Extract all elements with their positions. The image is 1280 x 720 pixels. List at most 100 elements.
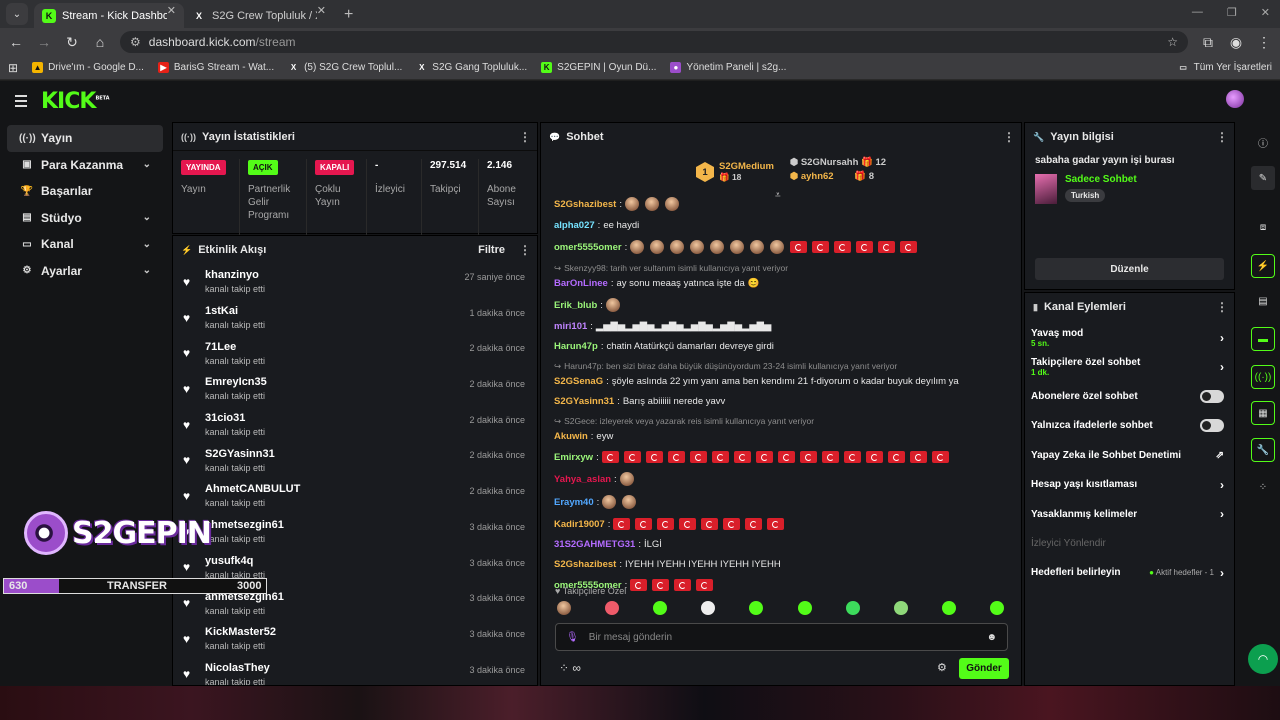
event-item[interactable]: ♥ 31cio31 kanalı takip etti 2 dakika önce [173, 407, 537, 443]
chat-username[interactable]: 31S2GAHMETG31 [554, 539, 635, 550]
emote-icon[interactable] [797, 601, 812, 615]
more-options-icon[interactable]: ⋮ [1216, 130, 1228, 144]
support-button[interactable]: ◠ [1248, 644, 1278, 674]
chat-username[interactable]: Akuwin [554, 431, 588, 442]
layout-icon[interactable]: ▦ [1251, 401, 1275, 425]
chat-username[interactable]: Emirxyw [554, 452, 593, 463]
chat-message[interactable]: 31S2GAHMETG31: İLGİ [554, 539, 1021, 550]
chat-message[interactable]: S2Gshazibest: IYEHH IYEHH IYEHH IYEHH IYE… [554, 559, 1021, 570]
chat-username[interactable]: Harun47p [554, 341, 598, 352]
emote-icon[interactable] [941, 601, 956, 615]
chat-message[interactable]: BarOnLinee: ay sonu meaaş yatınca işte da… [554, 278, 1021, 289]
chat-message[interactable]: omer5555omer: [554, 240, 1021, 254]
sidebar-item-para-kazanma[interactable]: ▣ Para Kazanma ⌄ [7, 152, 163, 179]
channel-action-item[interactable]: Takipçilere özel sohbet 1 dk. › [1025, 352, 1234, 381]
close-tab-icon[interactable]: ✕ [167, 5, 176, 17]
channel-action-item[interactable]: Hesap yaşı kısıtlaması › [1025, 470, 1234, 499]
chat-icon[interactable]: ▬ [1251, 327, 1275, 351]
menu-icon[interactable] [15, 95, 27, 107]
minimize-icon[interactable]: — [1192, 6, 1203, 19]
chat-message[interactable]: Yahya_aslan: [554, 472, 1021, 486]
toggle-switch[interactable] [1200, 419, 1224, 433]
event-item[interactable]: ♥ khanzinyo kanalı takip etti 27 saniye önc… [173, 264, 537, 300]
bookmark-item[interactable]: X (5) S2G Crew Toplul... [288, 62, 402, 73]
forward-icon[interactable]: → [36, 34, 52, 50]
screen-icon[interactable]: ⧈ [1254, 218, 1272, 236]
event-item[interactable]: ♥ KickMaster52 kanalı takip etti 3 dakika ö… [173, 621, 537, 657]
chat-input[interactable]: 🎙 Bir mesaj gönderin ☻ [555, 623, 1008, 651]
chat-message[interactable]: Harun47p: chatin Atatürkçü damarları devr… [554, 341, 1021, 352]
chat-message[interactable]: miri101: ▂▅▇▅▂▅▇▅▂▅▇▅▂▅▇▅▂▅▇▅▂▅▇▅ [554, 321, 1021, 332]
chat-username[interactable]: BarOnLinee [554, 278, 608, 289]
chat-username[interactable]: S2Gshazibest [554, 199, 616, 210]
event-item[interactable]: ♥ EmreyIcn35 kanalı takip etti 2 dakika önc… [173, 371, 537, 407]
chat-username[interactable]: Yahya_aslan [554, 474, 611, 485]
bookmark-star-icon[interactable]: ☆ [1167, 35, 1178, 49]
channel-action-item[interactable]: Yasaklanmış kelimeler › [1025, 499, 1234, 528]
emote-icon[interactable] [701, 601, 716, 615]
chat-message[interactable]: S2Gshazibest: [554, 197, 1021, 211]
more-options-icon[interactable]: ⋮ [519, 243, 531, 257]
browser-menu-icon[interactable]: ⋮ [1256, 34, 1272, 51]
bookmark-item[interactable]: ▶ BarisG Stream - Wat... [157, 62, 274, 73]
sidebar-item-ayarlar[interactable]: ⚙ Ayarlar ⌄ [7, 258, 163, 285]
event-item[interactable]: ♥ 1stKai kanalı takip etti 1 dakika önce [173, 300, 537, 336]
event-item[interactable]: ♥ 71Lee kanalı takip etti 2 dakika önce [173, 335, 537, 371]
channel-action-item[interactable]: Hedefleri belirleyin ● Aktif hedefler - 1… [1025, 558, 1234, 587]
browser-tab-x[interactable]: X S2G Crew Topluluk / X ✕ [184, 3, 334, 28]
address-bar[interactable]: ⚙ dashboard.kick.com/stream ☆ [120, 31, 1188, 53]
event-item[interactable]: ♥ S2GYasinn31 kanalı takip etti 2 dakika ön… [173, 442, 537, 478]
chat-message[interactable]: Kadir19007: [554, 518, 1021, 530]
all-bookmarks-button[interactable]: ▭ Tüm Yer İşaretleri [1178, 62, 1272, 73]
channel-action-item[interactable]: Yavaş mod 5 sn. › [1025, 323, 1234, 352]
back-icon[interactable]: ← [8, 34, 24, 50]
channel-action-item[interactable]: Yalnızca ifadelerle sohbet [1025, 411, 1234, 440]
chat-message[interactable]: S2GYasinn31: Barış abiiiiii nerede yavv [554, 396, 1021, 407]
emote-icon[interactable] [845, 601, 860, 615]
channel-action-item[interactable]: Abonelere özel sohbet [1025, 382, 1234, 411]
chat-username[interactable]: S2Gshazibest [554, 559, 616, 570]
chat-username[interactable]: S2GSenaG [554, 376, 603, 387]
chat-username[interactable]: Kadir19007 [554, 519, 605, 530]
chat-username[interactable]: Erik_blub [554, 300, 597, 311]
chat-message[interactable]: Akuwin: eyw [554, 431, 1021, 442]
chat-message[interactable]: S2GSenaG: şöyle aslında 22 yım yanı ama b… [554, 376, 1021, 387]
sidebar-item-yayin[interactable]: ((·)) Yayın [7, 125, 163, 152]
sidebar-item-kanal[interactable]: ▭ Kanal ⌄ [7, 231, 163, 258]
more-options-icon[interactable]: ⋮ [1003, 130, 1015, 144]
tag-pill[interactable]: Turkish [1065, 189, 1106, 202]
emote-icon[interactable] [989, 601, 1004, 615]
emote-icon[interactable] [749, 601, 764, 615]
avatar[interactable] [1226, 90, 1244, 108]
bolt-icon[interactable]: ⚡ [1251, 254, 1275, 278]
chat-username[interactable]: miri101 [554, 321, 587, 332]
pencil-icon[interactable]: ✎ [1251, 166, 1275, 190]
home-icon[interactable]: ⌂ [92, 34, 108, 50]
document-icon[interactable]: ▤ [1254, 292, 1272, 310]
send-button[interactable]: Gönder [959, 658, 1009, 679]
new-tab-icon[interactable]: + [344, 6, 353, 24]
chat-message[interactable]: alpha027: ee haydi [554, 220, 1021, 231]
edit-button[interactable]: Düzenle [1035, 258, 1224, 280]
window-close-icon[interactable]: ✕ [1261, 6, 1270, 19]
maximize-icon[interactable]: ❐ [1227, 6, 1237, 19]
profile-icon[interactable]: ◉ [1228, 34, 1244, 51]
browser-tab-kick[interactable]: K Stream - Kick Dashboard ✕ [34, 3, 184, 28]
sidebar-item-basarilar[interactable]: 🏆 Başarılar [7, 178, 163, 205]
wrench-icon[interactable]: 🔧 [1251, 438, 1275, 462]
chat-extras-icon[interactable]: ⁘ ∞ [559, 661, 581, 675]
chat-settings-icon[interactable]: ⚙ [937, 661, 947, 674]
apps-icon[interactable]: ⊞ [8, 61, 18, 75]
more-options-icon[interactable]: ⋮ [519, 130, 531, 144]
sidebar-item-studyo[interactable]: ▤ Stüdyo ⌄ [7, 205, 163, 232]
event-item[interactable]: ♥ NicolasThey kanalı takip etti 3 dakika ön… [173, 657, 537, 685]
chat-username[interactable]: Eraym40 [554, 497, 594, 508]
event-item[interactable]: ♥ AhmetCANBULUT kanalı takip etti 2 dakika … [173, 478, 537, 514]
emote-icon[interactable] [653, 601, 668, 615]
info-icon[interactable]: ⓘ [1254, 133, 1272, 151]
close-tab-icon[interactable]: ✕ [317, 5, 326, 17]
bookmark-item[interactable]: ▲ Drive'ım - Google D... [32, 62, 144, 73]
kick-logo[interactable]: KICKBETA [41, 89, 110, 114]
tab-search-button[interactable]: ⌄ [6, 3, 28, 25]
chat-username[interactable]: omer5555omer [554, 242, 622, 253]
